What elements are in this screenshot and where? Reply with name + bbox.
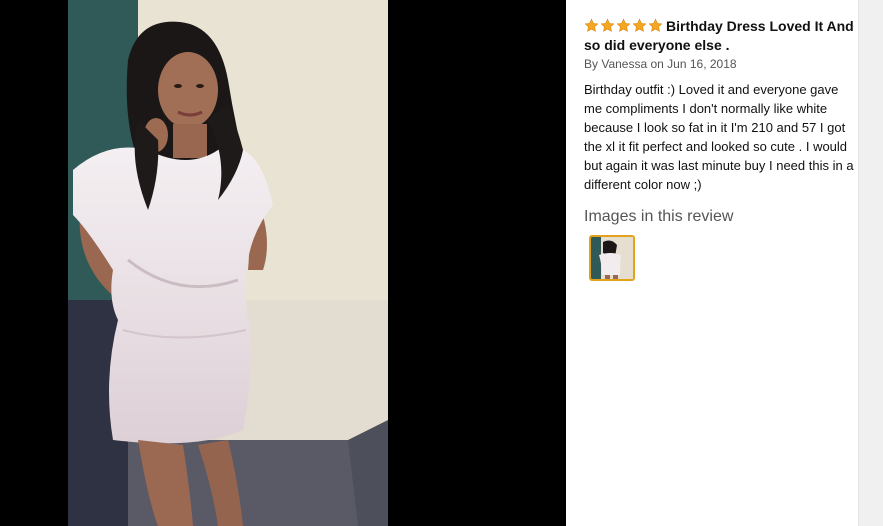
review-body: Birthday outfit :) Loved it and everyone… [584,82,854,192]
images-in-review-heading: Images in this review [584,208,734,225]
review-byline: By Vanessa on Jun 16, 2018 [584,57,737,71]
vertical-scrollbar[interactable] [858,0,883,526]
star-icon [616,18,631,32]
star-icon [632,18,647,32]
image-viewer-pane [0,0,566,526]
star-icon [584,18,599,32]
star-rating [584,18,663,33]
star-icon [600,18,615,32]
review-photo [68,0,388,526]
review-image-thumbnail[interactable] [589,235,635,281]
star-icon [648,18,663,32]
review-image-viewer: Birthday Dress Loved It And so did every… [0,0,883,526]
review-title-row: Birthday Dress Loved It And so did every… [584,17,854,55]
